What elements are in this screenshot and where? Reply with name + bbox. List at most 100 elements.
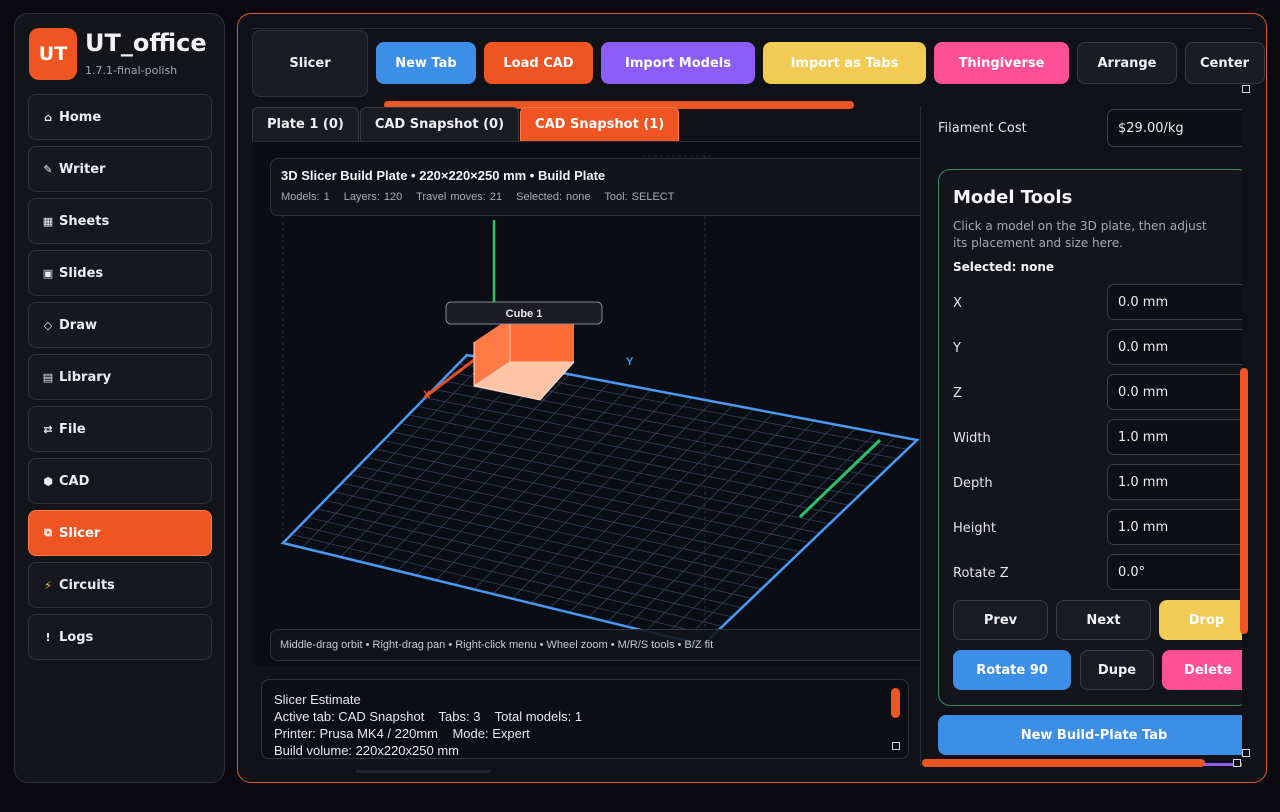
x-position-field[interactable]: 0.0 mm [1107,284,1242,320]
slicer-estimate-panel[interactable]: Slicer Estimate Active tab: CAD Snapshot… [261,679,909,759]
build-plate-grid [291,358,908,641]
sidebar-item-label: Slicer [59,525,101,541]
sidebar-item-writer[interactable]: ✎ Writer [28,146,212,192]
sidebar-item-file[interactable]: ⇄ File [28,406,212,452]
estimate-title: Slicer Estimate [274,692,361,707]
dupe-button[interactable]: Dupe [1080,650,1154,690]
sidebar-item-slicer[interactable]: ⧉ Slicer [28,510,212,556]
thingiverse-button[interactable]: Thingiverse [934,42,1069,84]
filament-cost-field[interactable]: $29.00/kg [1107,109,1242,147]
resize-handle[interactable] [892,742,900,750]
sidebar-item-label: CAD [59,473,90,489]
lightning-icon: ⚡ [44,578,52,592]
build-plate-canvas[interactable]: X Y Cube 1 [252,142,920,666]
tool-tab-slicer[interactable]: Slicer [252,30,368,97]
rotate-90-button[interactable]: Rotate 90 [953,650,1071,690]
sidebar-item-label: File [59,421,86,437]
model-label: Cube 1 [506,308,543,320]
estimate-line: Active tab: CAD Snapshot Tabs: 3 Total m… [274,709,583,724]
sidebar-item-library[interactable]: ▤ Library [28,354,212,400]
sidebar-item-label: Circuits [59,577,115,593]
app-logo: UT [29,28,77,80]
right-panel: Filament Cost $29.00/kg Model Tools Clic… [920,106,1242,766]
resize-handle[interactable] [1233,759,1241,767]
sidebar: UT UT_office 1.7.1-final-polish ⌂ Home ✎ W… [14,13,225,783]
delete-button[interactable]: Delete [1162,650,1242,690]
sidebar-item-sheets[interactable]: ▦ Sheets [28,198,212,244]
sidebar-item-label: Draw [59,317,97,333]
library-icon: ▤ [42,370,54,384]
import-as-tabs-button[interactable]: Import as Tabs [763,42,926,84]
diamond-icon: ◇ [43,318,53,332]
slicer-icon: ⧉ [44,526,52,539]
new-tab-button[interactable]: New Tab [376,42,476,84]
center-button[interactable]: Center [1185,42,1265,84]
viewport-stats: Models: 1 Layers: 120 Travel moves: 21 S… [281,191,919,203]
resize-handle[interactable] [1242,749,1250,757]
swap-icon: ⇄ [43,422,53,436]
y-position-field[interactable]: 0.0 mm [1107,329,1242,365]
filament-cost-label: Filament Cost [938,121,1027,136]
pencil-icon: ✎ [43,162,53,176]
right-panel-scrollbar[interactable] [1240,368,1248,634]
selected-model-status: Selected: none [953,260,1055,274]
resize-handle[interactable] [1242,85,1250,93]
arrange-button[interactable]: Arrange [1077,42,1177,84]
grid-line [307,516,733,618]
right-panel-hscrollbar[interactable] [922,759,1205,767]
tab-plate-1[interactable]: Plate 1 (0) [252,107,359,141]
prop-label-depth: Depth [953,476,993,491]
model-tools-description: Click a model on the 3D plate, then adju… [953,219,1207,250]
cube-model[interactable] [473,318,575,401]
app-title: UT_office [85,29,207,57]
sidebar-nav: ⌂ Home ✎ Writer ▦ Sheets ▣ Slides ◇ Draw ▤ Lib… [28,94,212,666]
slides-icon: ▣ [42,266,54,280]
toolbar-buttons: New Tab Load CAD Import Models Import as… [376,42,1266,86]
brand: UT UT_office 1.7.1-final-polish [29,28,207,80]
next-button[interactable]: Next [1056,600,1151,640]
import-models-button[interactable]: Import Models [601,42,755,84]
green-guide-line [798,438,882,519]
stat-models: Models: 1 [281,191,330,203]
sidebar-item-logs[interactable]: ! Logs [28,614,212,660]
prop-label-y: Y [953,341,961,356]
new-build-plate-tab-button[interactable]: New Build-Plate Tab [938,715,1242,755]
prev-button[interactable]: Prev [953,600,1048,640]
estimate-line: Build volume: 220x220x250 mm [274,743,459,758]
tab-cad-snapshot-1[interactable]: CAD Snapshot (0) [359,107,520,141]
x-axis-line [424,352,483,399]
model-tools-card: Model Tools Click a model on the 3D plat… [938,169,1242,706]
width-field[interactable]: 1.0 mm [1107,419,1242,455]
sidebar-item-circuits[interactable]: ⚡ Circuits [28,562,212,608]
sidebar-item-home[interactable]: ⌂ Home [28,94,212,140]
grid-line [291,534,713,637]
toolbar: Slicer New Tab Load CAD Import Models Im… [252,28,1265,109]
estimate-scrollbar[interactable] [891,688,900,718]
sidebar-item-label: Logs [59,629,94,645]
grid-line [316,508,742,609]
tab-cad-snapshot-2[interactable]: CAD Snapshot (1) [520,107,680,141]
stat-selected: Selected: none [516,191,591,203]
prop-label-height: Height [953,521,996,536]
3d-viewport[interactable]: X Y Cube 1 3D Slicer Build Plate • 220×2… [252,141,930,666]
model-tools-title: Model Tools [953,187,1073,208]
depth-field[interactable]: 1.0 mm [1107,464,1242,500]
prop-label-x: X [953,296,962,311]
z-position-field[interactable]: 0.0 mm [1107,374,1242,410]
rotate-z-field[interactable]: 0.0° [1107,554,1242,590]
sidebar-item-slides[interactable]: ▣ Slides [28,250,212,296]
load-cad-button[interactable]: Load CAD [484,42,593,84]
viewport-scrollbar[interactable] [356,770,491,773]
sidebar-item-cad[interactable]: ⬢ CAD [28,458,212,504]
grid-line [511,401,713,599]
stat-travel-moves: Travel moves: 21 [416,191,503,203]
sidebar-item-label: Library [59,369,112,385]
drop-button[interactable]: Drop [1159,600,1242,640]
stat-layers: Layers: 120 [343,191,403,203]
grid-line [549,408,754,609]
height-field[interactable]: 1.0 mm [1107,509,1242,545]
viewport-info-overlay: 3D Slicer Build Plate • 220×220×250 mm •… [270,158,930,216]
alert-icon: ! [45,630,51,644]
x-axis-label: X [423,389,431,401]
sidebar-item-draw[interactable]: ◇ Draw [28,302,212,348]
